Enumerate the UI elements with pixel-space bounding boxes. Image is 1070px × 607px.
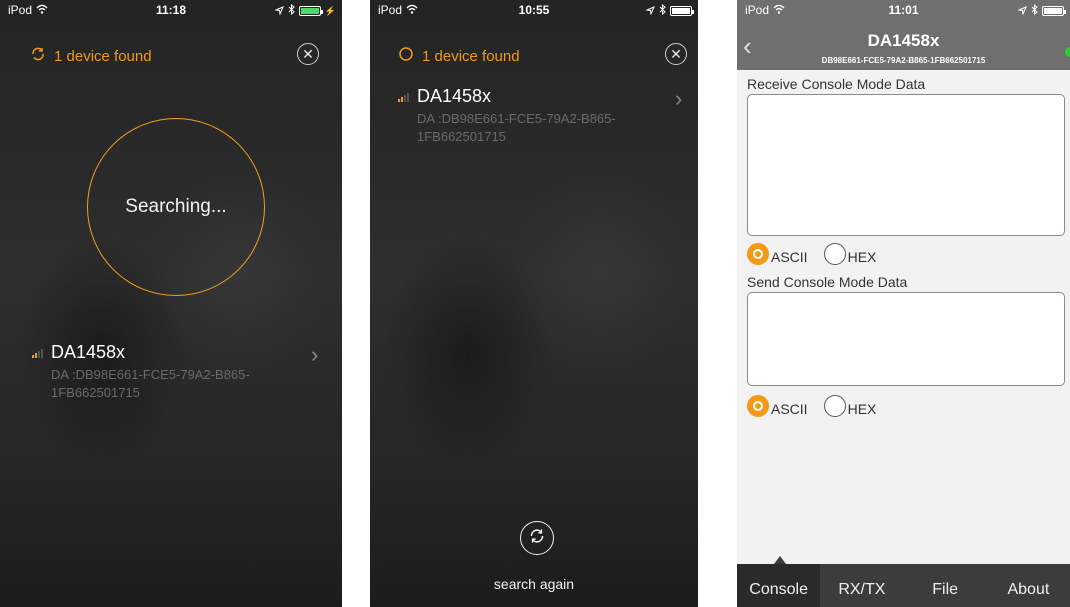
device-uuid: DB98E661-FCE5-79A2-B865-1FB662501715 xyxy=(821,56,986,65)
receive-section-label: Receive Console Mode Data xyxy=(747,76,926,92)
scan-screen-results: iPod 10:55 1 device found ✕ DA1458x DA:… xyxy=(370,0,698,607)
searching-spinner: Searching... xyxy=(87,118,265,296)
bluetooth-icon xyxy=(288,3,295,18)
send-hex-label: HEX xyxy=(847,401,877,417)
signal-strength-icon xyxy=(398,92,409,102)
battery-icon xyxy=(298,6,323,16)
devices-found-header: 1 device found xyxy=(30,46,152,66)
receive-ascii-label: ASCII xyxy=(771,249,808,265)
receive-hex-radio[interactable] xyxy=(823,243,846,265)
close-icon: ✕ xyxy=(670,46,682,62)
close-button[interactable]: ✕ xyxy=(665,43,687,65)
tab-console[interactable]: Console xyxy=(737,564,821,607)
signal-strength-icon xyxy=(32,348,43,358)
receive-hex-label: HEX xyxy=(847,249,877,265)
device-id: DA :DB98E661-FCE5-79A2-B865-1FB662501715 xyxy=(51,367,250,400)
refresh-icon xyxy=(30,46,46,66)
scan-screen-searching: iPod 11:18 ⚡ 1 device found ✕ Searching.… xyxy=(0,0,342,607)
location-icon xyxy=(645,4,655,18)
tab-rx-tx[interactable]: RX/TX xyxy=(820,564,903,607)
refresh-icon xyxy=(528,527,546,550)
send-section-label: Send Console Mode Data xyxy=(747,274,908,290)
chevron-right-icon: › xyxy=(311,342,319,367)
navigation-bar: ‹ DA1458x DB98E661-FCE5-79A2-B865-1FB662… xyxy=(737,20,1070,70)
tab-about[interactable]: About xyxy=(987,564,1070,607)
location-icon xyxy=(273,4,284,18)
send-data-textarea[interactable] xyxy=(747,292,1065,386)
send-format-radio-group: ASCII HEX xyxy=(747,395,892,417)
close-button[interactable]: ✕ xyxy=(297,43,319,65)
tab-bar: Console RX/TX File About xyxy=(737,564,1070,607)
status-bar: iPod 11:01 xyxy=(737,0,1070,20)
device-id: DA :DB98E661-FCE5-79A2-B865-1FB662501715 xyxy=(417,111,616,144)
battery-icon xyxy=(670,6,694,16)
receive-format-radio-group: ASCII HEX xyxy=(747,243,892,265)
device-list-item[interactable]: DA1458x DA :DB98E661-FCE5-79A2-B865-1FB6… xyxy=(398,86,657,146)
search-again-button[interactable] xyxy=(520,521,554,555)
searching-label: Searching... xyxy=(125,196,227,217)
battery-icon xyxy=(1042,6,1066,16)
receive-data-textarea[interactable] xyxy=(747,94,1065,236)
devices-found-header: 1 device found xyxy=(398,46,520,66)
send-ascii-label: ASCII xyxy=(771,401,808,417)
connection-status-dot xyxy=(1065,47,1070,57)
device-name: DA1458x xyxy=(417,86,492,106)
active-tab-indicator xyxy=(774,556,786,564)
receive-ascii-radio[interactable] xyxy=(747,243,769,265)
tab-file[interactable]: File xyxy=(904,564,987,607)
status-bar: iPod 11:18 ⚡ xyxy=(0,0,342,20)
device-list-item[interactable]: DA1458x DA :DB98E661-FCE5-79A2-B865-1FB6… xyxy=(32,342,291,402)
status-bar: iPod 10:55 xyxy=(370,0,698,20)
console-screen: iPod 11:01 ‹ DA1458x DB98E661-FCE5-79A2-… xyxy=(737,0,1070,607)
close-icon: ✕ xyxy=(302,46,314,62)
devices-found-label: 1 device found xyxy=(422,47,520,65)
devices-found-label: 1 device found xyxy=(54,47,152,65)
chevron-right-icon: › xyxy=(675,86,683,111)
send-hex-radio[interactable] xyxy=(823,395,846,417)
bluetooth-icon xyxy=(1031,3,1038,18)
status-ring-icon xyxy=(398,46,414,66)
bluetooth-icon xyxy=(659,3,666,18)
device-name: DA1458x xyxy=(51,342,126,362)
send-ascii-radio[interactable] xyxy=(747,395,769,417)
location-icon xyxy=(1017,4,1027,18)
charging-icon: ⚡ xyxy=(324,5,336,16)
search-again-label[interactable]: search again xyxy=(370,576,698,592)
device-title: DA1458x xyxy=(867,31,940,50)
